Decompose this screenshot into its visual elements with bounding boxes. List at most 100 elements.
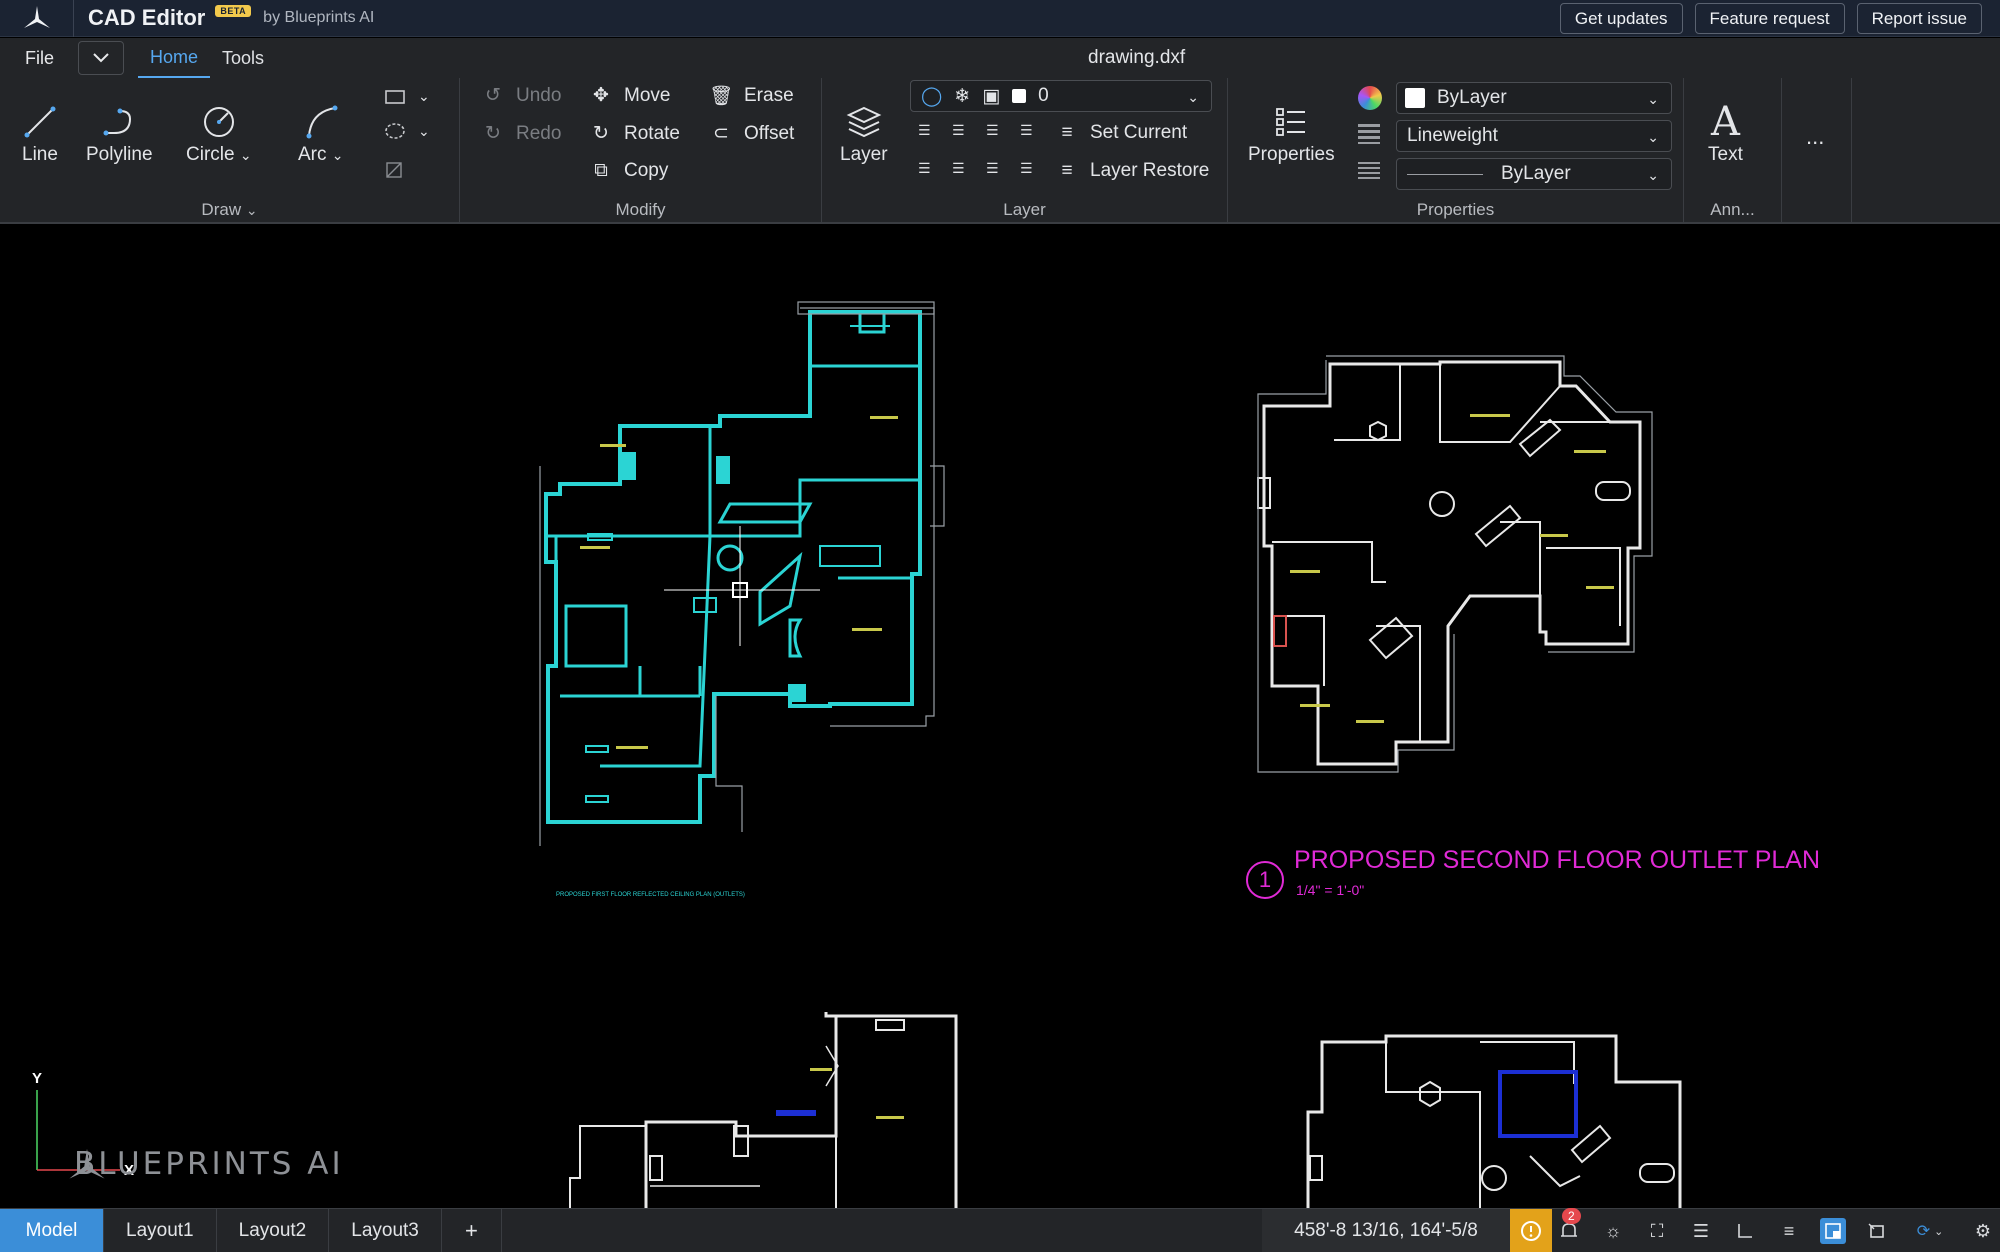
chevron-down-icon: ⌄ <box>245 202 258 218</box>
set-current-icon: ≡ <box>1061 122 1073 143</box>
redo-icon: ↻ <box>485 123 501 144</box>
add-layout-button[interactable]: + <box>442 1208 502 1252</box>
rectangle-tool[interactable]: ⌄ <box>384 88 430 105</box>
annotation-group: A Text Ann... <box>1684 78 1782 224</box>
properties-button[interactable]: Properties <box>1248 100 1335 166</box>
lineweight-toggle[interactable]: ≡ <box>1776 1218 1802 1244</box>
fullscreen-button[interactable]: ⛶ <box>1644 1218 1670 1244</box>
rotate-button[interactable]: ↻ Rotate <box>590 122 680 145</box>
polyline-tool[interactable]: Polyline <box>86 100 153 166</box>
ellipse-icon <box>385 123 405 139</box>
notifications-button[interactable]: 2 <box>1556 1208 1582 1244</box>
annotation-group-label: Ann... <box>1710 200 1755 219</box>
text-tool[interactable]: A Text <box>1708 99 1743 166</box>
layout-tab-layout2[interactable]: Layout2 <box>217 1208 330 1252</box>
plan-scale: 1/4" = 1'-0" <box>1296 882 1365 898</box>
tracking-dropdown[interactable]: ⟳ ⌄ <box>1908 1218 1952 1244</box>
room-labels <box>580 414 1614 749</box>
move-button[interactable]: ✥ Move <box>590 84 670 107</box>
warning-button[interactable] <box>1510 1209 1552 1252</box>
circle-tool[interactable]: Circle ⌄ <box>186 100 252 166</box>
chevron-down-icon: ⌄ <box>418 122 430 139</box>
rotate-icon: ↻ <box>593 123 609 144</box>
hatch-tool[interactable] <box>384 160 404 180</box>
undo-icon: ↺ <box>485 85 501 106</box>
chevron-down-icon: ⌄ <box>331 147 344 163</box>
draw-group: Line Polyline Circle ⌄ Arc ⌄ ⌄ ⌄ Draw ⌄ <box>0 78 460 224</box>
sliders-icon: ☰ <box>1692 1220 1710 1241</box>
chevron-down-icon: ⌄ <box>1934 1225 1944 1238</box>
linetype-select[interactable]: ByLayer ⌄ <box>1396 158 1672 190</box>
layer-restore-icon: ≡ <box>1061 160 1073 181</box>
layer-isolate-icon[interactable]: ☰ <box>918 122 952 139</box>
selection-cycle-toggle[interactable] <box>1864 1218 1890 1244</box>
color-select[interactable]: ByLayer ⌄ <box>1396 82 1672 114</box>
layer-match-icon[interactable]: ☰ <box>986 122 1020 139</box>
layer-freeze-icon[interactable]: ☰ <box>952 160 986 177</box>
layout-tab-layout3[interactable]: Layout3 <box>329 1208 442 1252</box>
lower-left-plan[interactable] <box>569 1012 958 1208</box>
drawing-canvas[interactable]: PROPOSED FIRST FLOOR REFLECTED CEILING P… <box>0 226 2000 1208</box>
second-floor-plan[interactable] <box>1257 360 1642 766</box>
first-floor-plan[interactable] <box>544 310 922 824</box>
layout-tab-layout1[interactable]: Layout1 <box>104 1208 217 1252</box>
layer-lock-icon[interactable]: ☰ <box>986 160 1020 177</box>
more-options-button[interactable]: ... <box>1806 124 1824 150</box>
layer-walk-icon[interactable]: ☰ <box>1020 160 1054 177</box>
lineweight-select[interactable]: Lineweight ⌄ <box>1396 120 1672 152</box>
line-tool[interactable]: Line <box>22 100 58 166</box>
move-icon: ✥ <box>593 85 609 106</box>
first-floor-caption: PROPOSED FIRST FLOOR REFLECTED CEILING P… <box>556 892 745 898</box>
text-icon: A <box>1710 99 1740 145</box>
layer-unisolate-icon[interactable]: ☰ <box>952 122 986 139</box>
lineweight-display-icon: ≡ <box>1783 1220 1795 1241</box>
snap-toggle[interactable] <box>1820 1218 1846 1244</box>
layout-tab-model[interactable]: Model <box>0 1208 104 1252</box>
settings-sliders-button[interactable]: ☰ <box>1688 1218 1714 1244</box>
arc-tool[interactable]: Arc ⌄ <box>298 100 344 166</box>
offset-button[interactable]: ⊂ Offset <box>710 122 794 145</box>
erase-button[interactable]: 🗑 Erase <box>709 84 794 108</box>
lineweight-icon <box>1358 124 1380 144</box>
theme-toggle[interactable]: ☼ <box>1600 1218 1626 1244</box>
app-title: CAD Editor <box>88 5 206 30</box>
layer-button[interactable]: Layer <box>840 100 888 166</box>
drawing-svg[interactable] <box>0 226 2000 1208</box>
lower-right-plan[interactable] <box>1306 1034 1682 1208</box>
modify-group-label: Modify <box>615 200 666 219</box>
feature-request-button[interactable]: Feature request <box>1694 3 1845 34</box>
lower-left-plan-accents <box>776 1068 904 1119</box>
layer-select[interactable]: ◯ ❄ ▣ 0 ⌄ <box>910 80 1212 112</box>
copy-button[interactable]: ⧉ Copy <box>590 160 668 182</box>
copy-icon: ⧉ <box>594 160 608 181</box>
redo-button[interactable]: ↻ Redo <box>482 122 561 145</box>
tab-home[interactable]: Home <box>138 39 211 78</box>
layers-icon <box>846 106 882 138</box>
by-line: by Blueprints AI <box>263 9 375 26</box>
axis-y-label: Y <box>32 1070 43 1087</box>
properties-group-label: Properties <box>1416 200 1495 219</box>
sun-icon: ☼ <box>1604 1220 1622 1241</box>
layer-restore-button[interactable]: ≡ Layer Restore <box>1056 160 1209 182</box>
ellipse-tool[interactable]: ⌄ <box>384 122 430 140</box>
bell-icon <box>1561 1223 1577 1237</box>
quick-menu-dropdown[interactable] <box>78 41 125 75</box>
layer-group: Layer ◯ ❄ ▣ 0 ⌄ ☰ ☰ ☰ ☰ ≡ Set Current ☰ ☰… <box>822 78 1228 224</box>
tab-tools[interactable]: Tools <box>210 40 276 77</box>
undo-button[interactable]: ↺ Undo <box>482 84 561 107</box>
chevron-down-icon: ⌄ <box>1647 167 1659 183</box>
set-current-button[interactable]: ≡ Set Current <box>1056 122 1187 144</box>
plan-number-bubble: 1 <box>1246 861 1284 899</box>
report-issue-button[interactable]: Report issue <box>1856 3 1982 34</box>
file-menu[interactable]: File <box>25 48 54 69</box>
ortho-toggle[interactable] <box>1732 1218 1758 1244</box>
circle-icon <box>203 107 234 137</box>
layer-previous-icon[interactable]: ☰ <box>1020 122 1054 139</box>
lock-icon: ▣ <box>982 85 1001 107</box>
color-swatch <box>1405 88 1425 108</box>
beta-badge: BETA <box>215 5 252 17</box>
coordinate-readout: 458'-8 13/16, 164'-5/8 <box>1262 1209 1510 1252</box>
settings-button[interactable]: ⚙ <box>1970 1218 1996 1244</box>
get-updates-button[interactable]: Get updates <box>1559 3 1683 34</box>
layer-off-icon[interactable]: ☰ <box>918 160 952 177</box>
